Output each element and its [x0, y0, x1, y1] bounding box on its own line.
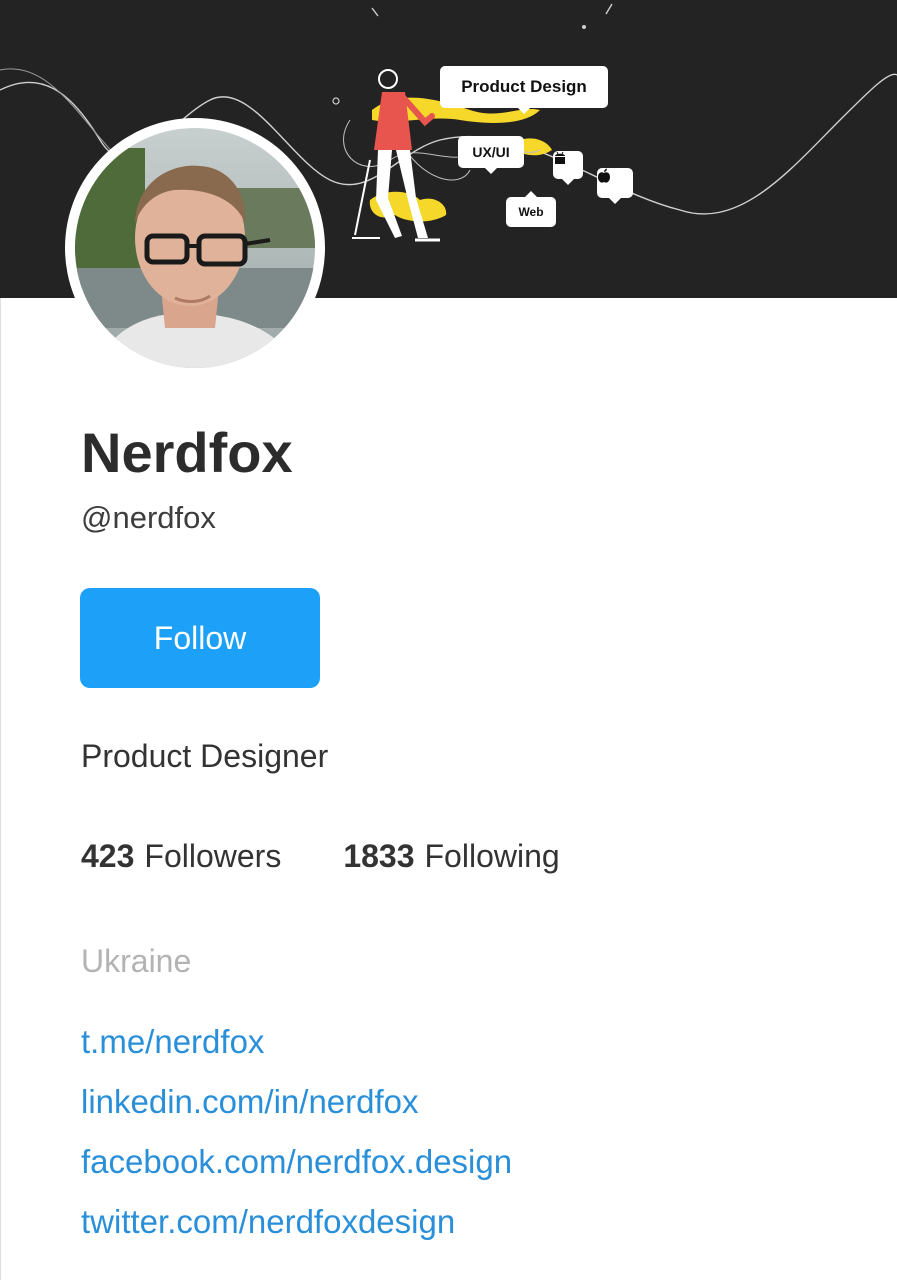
avatar-photo	[75, 128, 315, 368]
profile-stats: 423 Followers 1833 Following	[81, 838, 560, 875]
apple-icon	[597, 168, 633, 204]
link-facebook[interactable]: facebook.com/nerdfox.design	[81, 1142, 512, 1202]
profile-bio: Product Designer	[81, 738, 329, 774]
link-linkedin[interactable]: linkedin.com/in/nerdfox	[81, 1082, 512, 1142]
link-twitter[interactable]: twitter.com/nerdfoxdesign	[81, 1202, 512, 1262]
followers-label: Followers	[144, 838, 282, 874]
following-stat[interactable]: 1833 Following	[343, 838, 559, 875]
avatar[interactable]	[75, 128, 315, 368]
followers-stat[interactable]: 423 Followers	[81, 838, 281, 875]
cover-tag-ux-ui: UX/UI	[458, 136, 524, 174]
cover-tag-product-design: Product Design	[440, 66, 608, 114]
profile-handle: @nerdfox	[81, 500, 216, 535]
following-label: Following	[424, 838, 560, 874]
followers-count: 423	[81, 838, 135, 874]
profile-location: Ukraine	[81, 943, 192, 979]
profile-links: t.me/nerdfox linkedin.com/in/nerdfox fac…	[81, 1022, 512, 1262]
following-count: 1833	[343, 838, 415, 874]
cover-tag-web: Web	[506, 191, 556, 227]
profile-name: Nerdfox	[81, 421, 293, 484]
follow-button[interactable]: Follow	[80, 588, 320, 688]
link-telegram[interactable]: t.me/nerdfox	[81, 1022, 512, 1082]
android-icon	[553, 151, 583, 185]
